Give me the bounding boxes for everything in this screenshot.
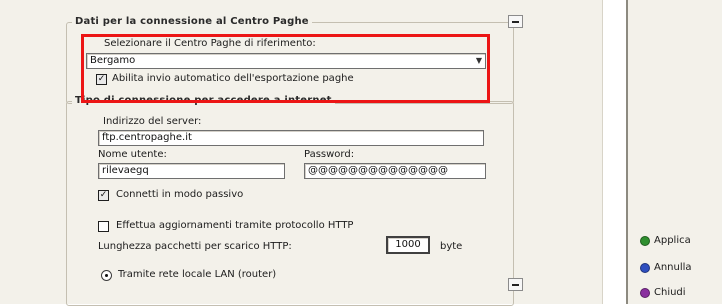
radio-selected-dot xyxy=(105,274,108,277)
lan-radio[interactable] xyxy=(101,270,112,281)
close-label: Chiudi xyxy=(654,287,686,298)
check-icon: ✓ xyxy=(99,190,108,200)
action-column xyxy=(628,0,722,304)
http-update-checkbox[interactable] xyxy=(98,221,109,232)
centro-paghe-title: Dati per la connessione al Centro Paghe xyxy=(72,16,312,28)
cancel-label: Annulla xyxy=(654,262,692,273)
http-update-label: Effettua aggiornamenti tramite protocoll… xyxy=(116,220,354,231)
server-input[interactable]: ftp.centropaghe.it xyxy=(98,130,484,146)
packet-size-label: Lunghezza pacchetti per scarico HTTP: xyxy=(98,241,292,252)
scroll-up-icon[interactable] xyxy=(508,15,523,28)
passive-mode-checkbox[interactable]: ✓ xyxy=(98,190,109,201)
passive-mode-label: Connetti in modo passivo xyxy=(116,189,244,200)
check-icon xyxy=(640,236,650,246)
undo-icon xyxy=(640,263,650,273)
apply-label: Applica xyxy=(654,235,691,246)
packet-size-input[interactable]: 1000 xyxy=(386,236,430,254)
scroll-down-icon[interactable] xyxy=(508,278,523,291)
panel-divider xyxy=(602,0,603,304)
scroll-down-glyph xyxy=(512,284,519,286)
scroll-up-glyph xyxy=(512,21,519,23)
username-label: Nome utente: xyxy=(98,149,167,160)
username-input[interactable]: rilevaegq xyxy=(98,163,285,179)
password-label: Password: xyxy=(304,149,355,160)
highlight-box xyxy=(81,34,490,103)
close-icon xyxy=(640,288,650,298)
server-label: Indirizzo del server: xyxy=(103,116,202,127)
lan-label: Tramite rete locale LAN (router) xyxy=(118,269,277,280)
packet-size-unit: byte xyxy=(440,241,463,252)
password-input[interactable]: @@@@@@@@@@@@@@ xyxy=(304,163,486,179)
